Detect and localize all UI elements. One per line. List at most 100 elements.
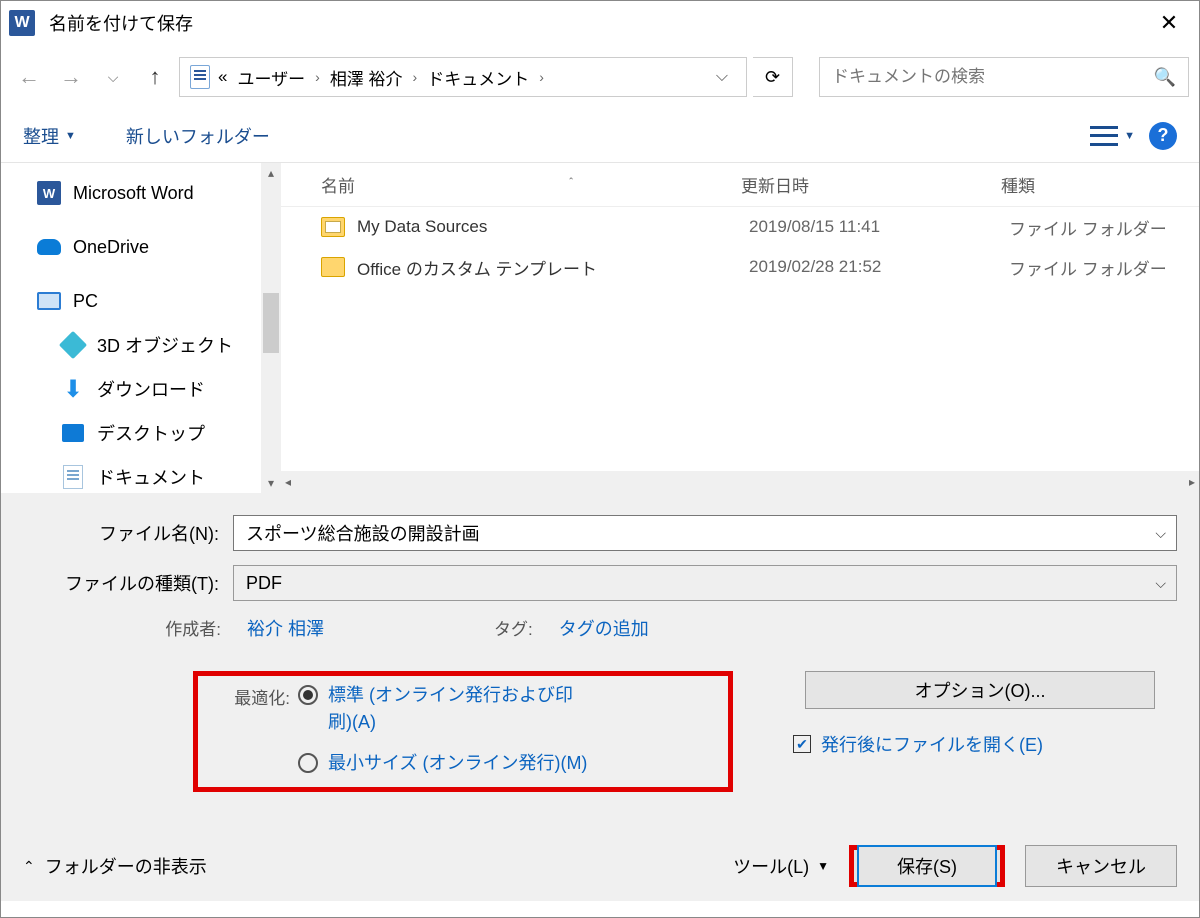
- new-folder-button[interactable]: 新しいフォルダー: [126, 123, 270, 149]
- help-icon[interactable]: ?: [1149, 122, 1177, 150]
- tag-value[interactable]: タグの追加: [559, 615, 649, 641]
- sidebar-item-word[interactable]: W Microsoft Word: [1, 171, 281, 215]
- scroll-left-icon[interactable]: ◂: [285, 475, 291, 489]
- column-headers: 名前 ＾ 更新日時 種類: [281, 163, 1199, 207]
- sidebar-item-pc[interactable]: PC: [1, 279, 281, 323]
- filename-input[interactable]: スポーツ総合施設の開設計画 ⌵: [233, 515, 1177, 551]
- location-icon: [190, 65, 210, 89]
- chevron-down-icon: ▼: [1124, 130, 1135, 142]
- column-date[interactable]: 更新日時: [741, 172, 991, 197]
- scroll-right-icon[interactable]: ▸: [1189, 475, 1195, 489]
- recent-button[interactable]: ⌵: [95, 59, 131, 95]
- folder-icon: [321, 257, 345, 277]
- tag-label: タグ:: [494, 615, 545, 641]
- filename-label: ファイル名(N):: [23, 520, 233, 546]
- cube-icon: [61, 333, 85, 357]
- column-type[interactable]: 種類: [991, 172, 1199, 197]
- sidebar-scrollbar[interactable]: ▴ ▾: [261, 163, 281, 493]
- back-button[interactable]: ←: [11, 59, 47, 95]
- file-type: ファイル フォルダー: [999, 255, 1199, 280]
- address-bar[interactable]: « ユーザー › 相澤 裕介 › ドキュメント › ⌵: [179, 57, 747, 97]
- word-icon: W: [37, 181, 61, 205]
- filetype-row: ファイルの種類(T): PDF ⌵: [23, 565, 1177, 601]
- close-button[interactable]: ✕: [1147, 1, 1191, 45]
- breadcrumb-part[interactable]: ドキュメント: [427, 65, 529, 90]
- chevron-right-icon: ›: [413, 69, 418, 85]
- save-button-highlighted: 保存(S): [849, 845, 1005, 887]
- radio-selected-icon: [298, 685, 318, 705]
- open-after-checkbox[interactable]: ✔ 発行後にファイルを開く(E): [793, 731, 1177, 757]
- tools-menu[interactable]: ツール(L) ▼: [733, 853, 829, 879]
- scroll-up-icon[interactable]: ▴: [268, 163, 274, 183]
- column-name[interactable]: 名前 ＾: [281, 172, 741, 197]
- hide-folders-button[interactable]: ⌃ フォルダーの非表示: [23, 853, 207, 879]
- onedrive-icon: [37, 235, 61, 259]
- sidebar-item-3d[interactable]: 3D オブジェクト: [1, 323, 281, 367]
- address-dropdown[interactable]: ⌵: [708, 68, 736, 86]
- chevron-right-icon: ›: [315, 69, 320, 85]
- desktop-icon: [61, 421, 85, 445]
- forward-button[interactable]: →: [53, 59, 89, 95]
- sidebar: W Microsoft Word OneDrive PC 3D オブジェクト ⬇…: [1, 163, 281, 493]
- search-input[interactable]: [832, 67, 1154, 87]
- optimize-group-highlighted: 最適化: 標準 (オンライン発行および印刷)(A) 最小サイズ (オンライン発行…: [193, 671, 733, 792]
- document-icon: [61, 465, 85, 489]
- dialog-title: 名前を付けて保存: [49, 10, 193, 36]
- sidebar-item-desktop[interactable]: デスクトップ: [1, 411, 281, 455]
- checkbox-checked-icon: ✔: [793, 735, 811, 753]
- scroll-thumb[interactable]: [263, 293, 279, 353]
- filetype-label: ファイルの種類(T):: [23, 570, 233, 596]
- filetype-select[interactable]: PDF ⌵: [233, 565, 1177, 601]
- toolbar: 整理 ▼ 新しいフォルダー ▼ ?: [1, 109, 1199, 163]
- search-box[interactable]: 🔍: [819, 57, 1189, 97]
- save-form: ファイル名(N): スポーツ総合施設の開設計画 ⌵ ファイルの種類(T): PD…: [1, 493, 1199, 901]
- scroll-down-icon[interactable]: ▾: [268, 473, 274, 493]
- file-date: 2019/08/15 11:41: [749, 217, 999, 237]
- file-row[interactable]: Office のカスタム テンプレート 2019/02/28 21:52 ファイ…: [281, 247, 1199, 287]
- organize-button[interactable]: 整理 ▼: [23, 123, 76, 149]
- up-button[interactable]: ↑: [137, 59, 173, 95]
- radio-optimize-minimum[interactable]: 最小サイズ (オンライン発行)(M): [298, 750, 588, 777]
- bottom-bar: ⌃ フォルダーの非表示 ツール(L) ▼ 保存(S) キャンセル: [1, 831, 1199, 901]
- view-mode-button[interactable]: ▼: [1090, 126, 1135, 146]
- sort-caret-icon: ＾: [565, 176, 577, 193]
- download-icon: ⬇: [61, 377, 85, 401]
- chevron-down-icon[interactable]: ⌵: [1155, 575, 1166, 592]
- sidebar-item-documents[interactable]: ドキュメント: [1, 455, 281, 493]
- options-button[interactable]: オプション(O)...: [805, 671, 1155, 709]
- chevron-down-icon: ▼: [65, 130, 76, 142]
- breadcrumb[interactable]: « ユーザー › 相澤 裕介 › ドキュメント ›: [218, 65, 544, 90]
- list-view-icon: [1090, 126, 1118, 146]
- sidebar-item-downloads[interactable]: ⬇ ダウンロード: [1, 367, 281, 411]
- file-list: 名前 ＾ 更新日時 種類 My Data Sources 2019/08/15 …: [281, 163, 1199, 493]
- author-label: 作成者:: [23, 615, 233, 641]
- options-section: 最適化: 標準 (オンライン発行および印刷)(A) 最小サイズ (オンライン発行…: [23, 671, 1177, 792]
- author-value[interactable]: 裕介 相澤: [247, 615, 324, 641]
- folder-icon: [321, 217, 345, 237]
- chevron-up-icon: ⌃: [23, 858, 35, 875]
- breadcrumb-part[interactable]: 相澤 裕介: [330, 65, 403, 90]
- cancel-button[interactable]: キャンセル: [1025, 845, 1177, 887]
- refresh-button[interactable]: ⟳: [753, 57, 793, 97]
- file-type: ファイル フォルダー: [999, 215, 1199, 240]
- sidebar-item-onedrive[interactable]: OneDrive: [1, 225, 281, 269]
- breadcrumb-part[interactable]: ユーザー: [237, 65, 305, 90]
- titlebar: W 名前を付けて保存 ✕: [1, 1, 1199, 45]
- file-row[interactable]: My Data Sources 2019/08/15 11:41 ファイル フォ…: [281, 207, 1199, 247]
- word-app-icon: W: [9, 10, 35, 36]
- horizontal-scrollbar[interactable]: ◂ ▸: [281, 471, 1199, 493]
- file-name: My Data Sources: [357, 217, 749, 237]
- file-name: Office のカスタム テンプレート: [357, 255, 749, 280]
- search-icon[interactable]: 🔍: [1154, 67, 1176, 88]
- file-browser: W Microsoft Word OneDrive PC 3D オブジェクト ⬇…: [1, 163, 1199, 493]
- save-button[interactable]: 保存(S): [857, 845, 997, 887]
- optimize-label: 最適化:: [208, 682, 298, 777]
- nav-row: ← → ⌵ ↑ « ユーザー › 相澤 裕介 › ドキュメント › ⌵ ⟳ 🔍: [1, 45, 1199, 109]
- chevron-down-icon[interactable]: ⌵: [1155, 525, 1166, 542]
- chevron-right-icon: ›: [539, 69, 544, 85]
- file-date: 2019/02/28 21:52: [749, 257, 999, 277]
- metadata-row: 作成者: 裕介 相澤 タグ: タグの追加: [23, 615, 1177, 641]
- radio-optimize-standard[interactable]: 標準 (オンライン発行および印刷)(A): [298, 682, 588, 736]
- chevron-down-icon: ▼: [817, 859, 829, 873]
- filename-row: ファイル名(N): スポーツ総合施設の開設計画 ⌵: [23, 515, 1177, 551]
